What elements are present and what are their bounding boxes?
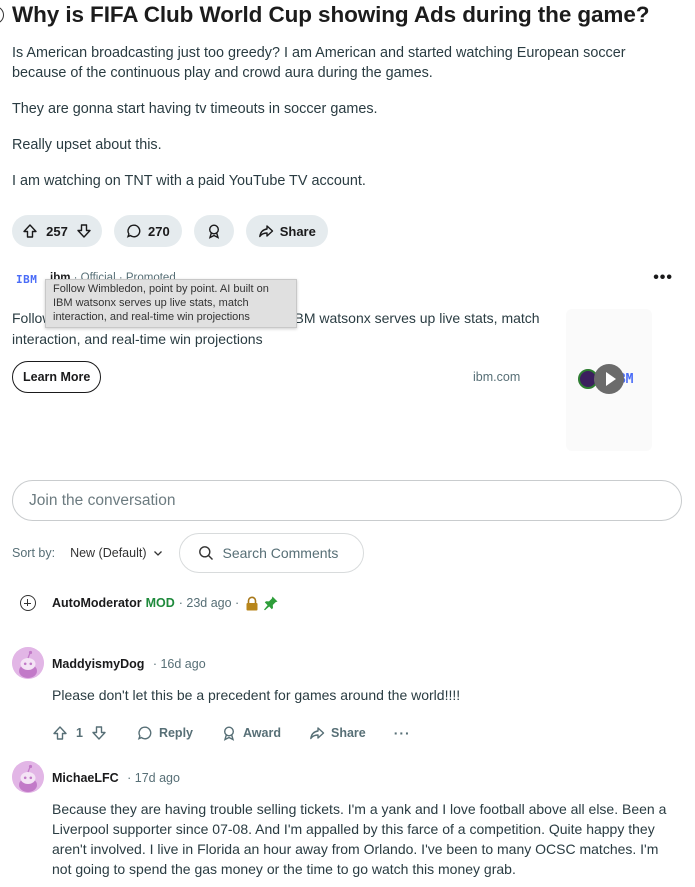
post-title: Why is FIFA Club World Cup showing Ads d…	[12, 2, 650, 27]
comments-button[interactable]: 270	[114, 215, 182, 247]
comment-header: MaddyismyDog · 16d ago	[52, 655, 206, 673]
search-comments-button[interactable]: Search Comments	[178, 533, 364, 573]
avatar[interactable]	[12, 761, 44, 793]
downvote-icon[interactable]	[76, 223, 92, 239]
comment-time: · 17d ago	[127, 771, 180, 785]
post-paragraph: I am watching on TNT with a paid YouTube…	[12, 173, 366, 189]
ibm-logo[interactable]: IBM	[16, 273, 37, 286]
award-icon	[208, 224, 219, 239]
award-button[interactable]: Award	[221, 725, 281, 741]
share-button[interactable]: Share	[309, 725, 366, 741]
expand-icon[interactable]	[20, 595, 36, 611]
comment-time: · 16d ago	[152, 657, 206, 671]
award-button[interactable]	[193, 215, 234, 247]
comment-time: · 23d ago ·	[178, 596, 240, 610]
upvote-icon[interactable]	[52, 725, 68, 741]
sort-row: Sort by: New (Default) Search Comments	[12, 533, 364, 573]
award-icon	[223, 726, 235, 741]
more-options-icon[interactable]: ···	[394, 725, 411, 741]
share-button[interactable]: Share	[245, 215, 328, 247]
comment-header: MichaeLFC · 17d ago	[52, 769, 180, 787]
post-paragraph: Is American broadcasting just too greedy…	[12, 45, 626, 81]
post-vote-count: 257	[46, 223, 68, 239]
post-paragraph: They are gonna start having tv timeouts …	[12, 101, 378, 117]
ad-tooltip: Follow Wimbledon, point by point. AI bui…	[45, 279, 297, 328]
join-conversation-input[interactable]	[12, 480, 682, 521]
sort-label: Sort by:	[12, 546, 56, 560]
comment-text: Please don't let this be a precedent for…	[52, 687, 461, 703]
comment-vote-count: 1	[76, 726, 83, 740]
post-paragraph: Really upset about this.	[12, 137, 162, 153]
comment-text: Because they are having trouble selling …	[52, 801, 667, 877]
award-label: Award	[243, 726, 281, 740]
lock-icon	[246, 596, 258, 610]
play-icon[interactable]	[594, 364, 624, 394]
search-comments-label: Search Comments	[222, 545, 339, 561]
mod-badge: MOD	[145, 596, 175, 610]
comment-vote-control: 1	[52, 725, 107, 741]
ad-video-thumbnail[interactable]: IBM	[566, 309, 652, 451]
sort-dropdown[interactable]: New (Default)	[70, 546, 162, 560]
comment-actions: 1 Reply Award Share ···	[52, 717, 411, 749]
promoted-ad: IBM ibm · Official · Promoted ••• Follow…	[0, 265, 695, 455]
search-icon	[198, 546, 213, 560]
share-label: Share	[330, 726, 366, 740]
ad-domain[interactable]: ibm.com	[473, 370, 520, 384]
comment-username[interactable]: AutoModerator	[52, 596, 142, 610]
pin-icon	[264, 596, 278, 611]
comment-username[interactable]: MaddyismyDog	[52, 657, 144, 671]
comment-username[interactable]: MichaeLFC	[52, 771, 119, 785]
avatar[interactable]	[12, 647, 44, 679]
reply-button[interactable]: Reply	[137, 725, 193, 741]
sort-value: New (Default)	[70, 546, 147, 560]
comment-icon	[137, 726, 152, 740]
post-body: Is American broadcasting just too greedy…	[12, 43, 652, 207]
chevron-down-icon	[153, 551, 162, 556]
back-icon[interactable]	[0, 6, 4, 24]
upvote-icon[interactable]	[22, 223, 38, 239]
post-vote-control: 257	[12, 215, 102, 247]
comment-count: 270	[148, 223, 170, 239]
reply-label: Reply	[158, 726, 193, 740]
downvote-icon[interactable]	[91, 725, 107, 741]
share-label: Share	[279, 223, 316, 239]
comment-icon	[126, 224, 141, 238]
automod-comment-collapsed: AutoModerator MOD · 23d ago ·	[20, 595, 279, 611]
ad-more-options-icon[interactable]: •••	[653, 269, 673, 287]
post-action-bar: 257 270 Share	[12, 215, 328, 247]
learn-more-button[interactable]: Learn More	[12, 361, 102, 393]
share-icon	[258, 225, 273, 238]
share-icon	[310, 727, 325, 740]
